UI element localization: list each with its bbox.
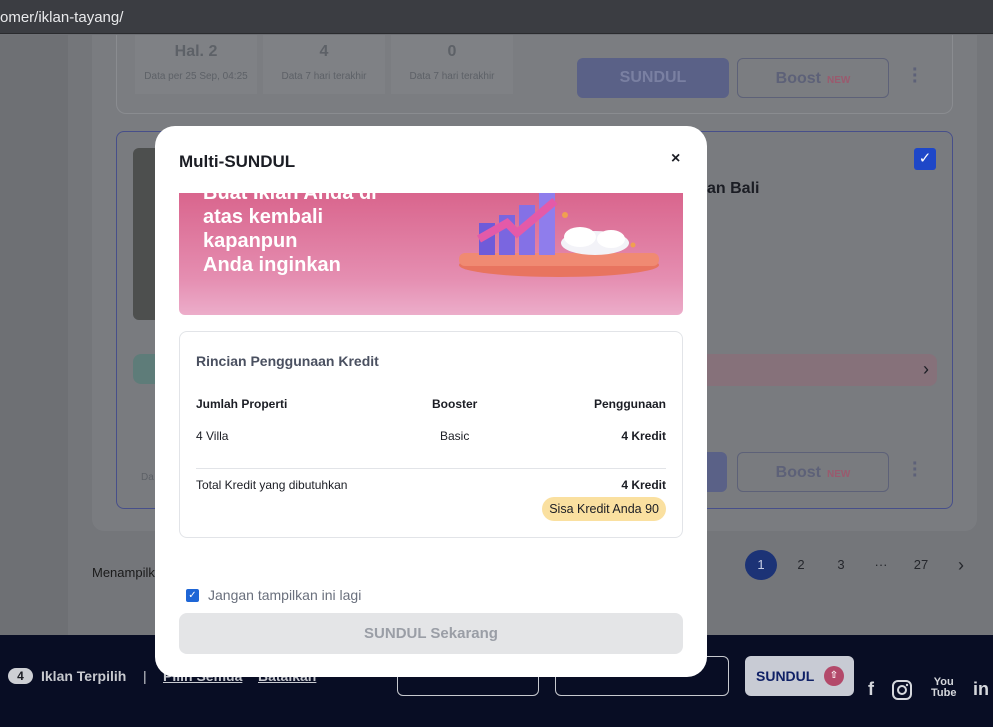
listing-title[interactable]: an Bali: [707, 180, 759, 198]
cell-usage: 4 Kredit: [621, 429, 666, 443]
listing-info-bar[interactable]: ›: [707, 354, 937, 386]
page-ellipsis[interactable]: ···: [865, 550, 897, 580]
stat-page: Hal. 2 Data per 25 Sep, 04:25: [135, 35, 257, 94]
linkedin-icon[interactable]: in: [973, 679, 989, 700]
remaining-credit-badge: Sisa Kredit Anda 90: [542, 497, 666, 521]
promo-banner: Buat Iklan Anda di atas kembali kapanpun…: [179, 193, 683, 315]
more-options-icon[interactable]: · · ·: [912, 60, 920, 92]
youtube-icon[interactable]: You Tube: [931, 677, 956, 699]
banner-text: Buat Iklan Anda di atas kembali kapanpun…: [203, 193, 403, 277]
banner-line: Buat Iklan Anda di: [203, 193, 377, 204]
credit-usage-card: Rincian Penggunaan Kredit Jumlah Propert…: [179, 331, 683, 538]
close-icon[interactable]: ×: [671, 150, 680, 168]
total-credit-label: Total Kredit yang dibutuhkan: [196, 478, 348, 492]
header-property-count: Jumlah Properti: [196, 397, 288, 411]
sundul-button[interactable]: SUNDUL: [577, 58, 729, 98]
new-badge: NEW: [826, 469, 851, 480]
stat-value: 4: [319, 43, 329, 60]
stat-label: Data 7 hari terakhir: [409, 71, 495, 82]
cell-booster: Basic: [440, 429, 470, 443]
stat-views: 4 Data 7 hari terakhir: [263, 35, 385, 94]
credit-title: Rincian Penggunaan Kredit: [196, 353, 379, 369]
sundul-button[interactable]: [707, 452, 727, 492]
banner-line: Anda inginkan: [203, 254, 341, 276]
boost-label: Boost: [775, 464, 821, 481]
stat-value: Hal. 2: [174, 43, 218, 60]
data-label: Da: [141, 472, 154, 483]
multi-sundul-modal: Multi-SUNDUL × Buat Iklan Anda di atas k…: [155, 126, 707, 677]
page-27[interactable]: 27: [905, 550, 937, 580]
page-2[interactable]: 2: [785, 550, 817, 580]
banner-line: atas kembali: [203, 206, 324, 228]
header-usage: Penggunaan: [593, 397, 666, 411]
sundul-badge-icon: ⇧: [824, 666, 844, 686]
header-booster: Booster: [432, 397, 478, 411]
stat-leads: 0 Data 7 hari terakhir: [391, 35, 513, 94]
dont-show-checkbox[interactable]: ✓: [186, 588, 199, 602]
chevron-right-icon: ›: [923, 359, 929, 379]
new-badge: NEW: [826, 75, 851, 86]
next-page-icon[interactable]: ›: [945, 550, 977, 580]
separator: |: [143, 668, 147, 684]
sundul-now-button[interactable]: SUNDUL Sekarang: [179, 613, 683, 654]
rising-chart-illustration: [459, 193, 659, 277]
browser-url-bar[interactable]: omer/iklan-tayang/: [0, 0, 993, 34]
boost-button[interactable]: Boost NEW: [737, 58, 889, 98]
dont-show-label[interactable]: Jangan tampilkan ini lagi: [208, 587, 361, 603]
divider: [196, 468, 666, 469]
bulk-sundul-button[interactable]: SUNDUL ⇧: [745, 656, 854, 696]
listing-card-previous: Hal. 2 Data per 25 Sep, 04:25 4 Data 7 h…: [116, 35, 953, 114]
page-1[interactable]: 1: [745, 550, 777, 580]
stat-label: Data 7 hari terakhir: [281, 71, 367, 82]
agent-chip: [133, 354, 157, 384]
showing-text: Menampilka: [92, 565, 163, 580]
facebook-icon[interactable]: f: [868, 679, 874, 700]
selected-count-badge: 4: [8, 668, 33, 684]
modal-title: Multi-SUNDUL: [179, 152, 296, 171]
instagram-icon[interactable]: [891, 679, 913, 706]
listing-photo: [133, 148, 157, 320]
banner-line: kapanpun: [203, 230, 298, 252]
page-3[interactable]: 3: [825, 550, 857, 580]
bulk-sundul-label: SUNDUL: [756, 668, 815, 684]
listing-select-checkbox[interactable]: ✓: [914, 148, 936, 170]
cell-property-count: 4 Villa: [196, 429, 229, 443]
boost-button[interactable]: Boost NEW: [737, 452, 889, 492]
total-credit-value: 4 Kredit: [621, 478, 666, 492]
stat-value: 0: [447, 43, 457, 60]
dont-show-again-option[interactable]: ✓ Jangan tampilkan ini lagi: [186, 587, 361, 603]
url-text[interactable]: omer/iklan-tayang/: [0, 9, 123, 26]
stat-label: Data per 25 Sep, 04:25: [144, 71, 248, 82]
boost-label: Boost: [775, 70, 821, 87]
selected-label: Iklan Terpilih: [41, 668, 127, 684]
more-options-icon[interactable]: · · ·: [912, 454, 920, 486]
